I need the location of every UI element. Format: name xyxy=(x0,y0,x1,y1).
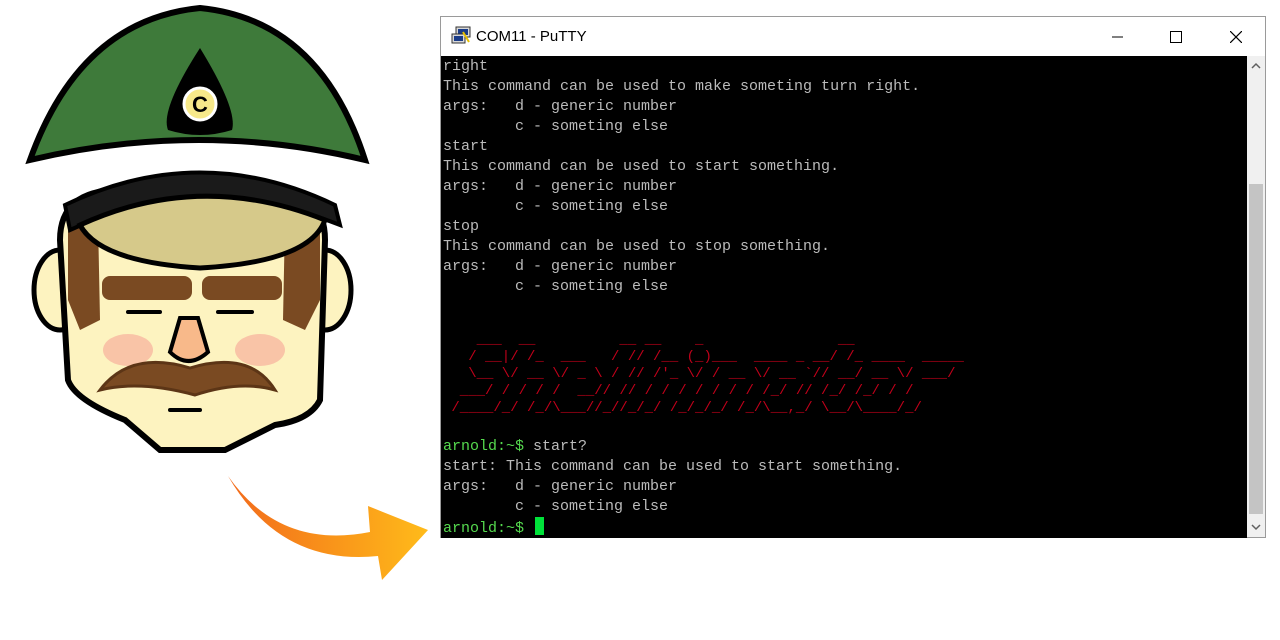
right-cheek xyxy=(235,334,285,366)
chevron-down-icon xyxy=(1251,524,1261,531)
terminal-session-line: start: This command can be used to start… xyxy=(443,458,903,475)
terminal-line: This command can be used to make sometin… xyxy=(443,78,921,95)
minimize-icon xyxy=(1112,36,1123,37)
title-bar[interactable]: COM11 - PuTTY xyxy=(441,17,1265,56)
close-icon xyxy=(1230,30,1242,43)
maximize-button[interactable] xyxy=(1147,17,1205,56)
shell-prompt: arnold:~$ xyxy=(443,438,534,455)
terminal-line: This command can be used to stop somethi… xyxy=(443,238,831,255)
left-eyebrow xyxy=(102,276,192,300)
window-title: COM11 - PuTTY xyxy=(476,28,587,45)
terminal-line: args: d - generic number xyxy=(443,178,678,195)
minimize-button[interactable] xyxy=(1089,17,1147,56)
terminal-line: c - someting else xyxy=(443,198,669,215)
mascot-illustration: C xyxy=(25,4,370,453)
hat-badge-letter: C xyxy=(192,92,208,117)
maximize-icon xyxy=(1170,30,1182,43)
terminal-line: args: d - generic number xyxy=(443,98,678,115)
terminal-line: stop xyxy=(443,218,480,235)
terminal-session-line: arnold:~$ start? xyxy=(443,437,587,457)
chevron-up-icon xyxy=(1251,62,1261,69)
left-cheek xyxy=(103,334,153,366)
vertical-scrollbar[interactable] xyxy=(1247,56,1265,537)
shellminator-ascii-banner: ___ __ __ __ _ __ / __|/ /_ ___ / // /__… xyxy=(451,332,964,416)
right-eyebrow xyxy=(202,276,282,300)
terminal-line: c - someting else xyxy=(443,118,669,135)
scroll-thumb[interactable] xyxy=(1249,184,1263,514)
putty-window: COM11 - PuTTY right This command can be … xyxy=(440,16,1266,538)
terminal-line: start xyxy=(443,138,489,155)
terminal-cursor xyxy=(535,517,545,535)
terminal-line: args: d - generic number xyxy=(443,258,678,275)
terminal-line: This command can be used to start someth… xyxy=(443,158,840,175)
terminal-session-line[interactable]: arnold:~$ xyxy=(443,517,545,537)
command-text: start? xyxy=(533,438,588,455)
terminal-session-line: args: d - generic number xyxy=(443,478,678,495)
scroll-down-button[interactable] xyxy=(1247,517,1265,537)
scroll-up-button[interactable] xyxy=(1247,56,1265,76)
close-button[interactable] xyxy=(1207,17,1265,56)
pointer-arrow-icon xyxy=(228,476,428,580)
terminal-line: c - someting else xyxy=(443,278,669,295)
terminal-output[interactable]: right This command can be used to make s… xyxy=(441,56,1247,538)
putty-app-icon[interactable] xyxy=(451,26,473,46)
terminal-session-line: c - someting else xyxy=(443,498,669,515)
shell-prompt: arnold:~$ xyxy=(443,520,534,537)
terminal-line: right xyxy=(443,58,489,75)
